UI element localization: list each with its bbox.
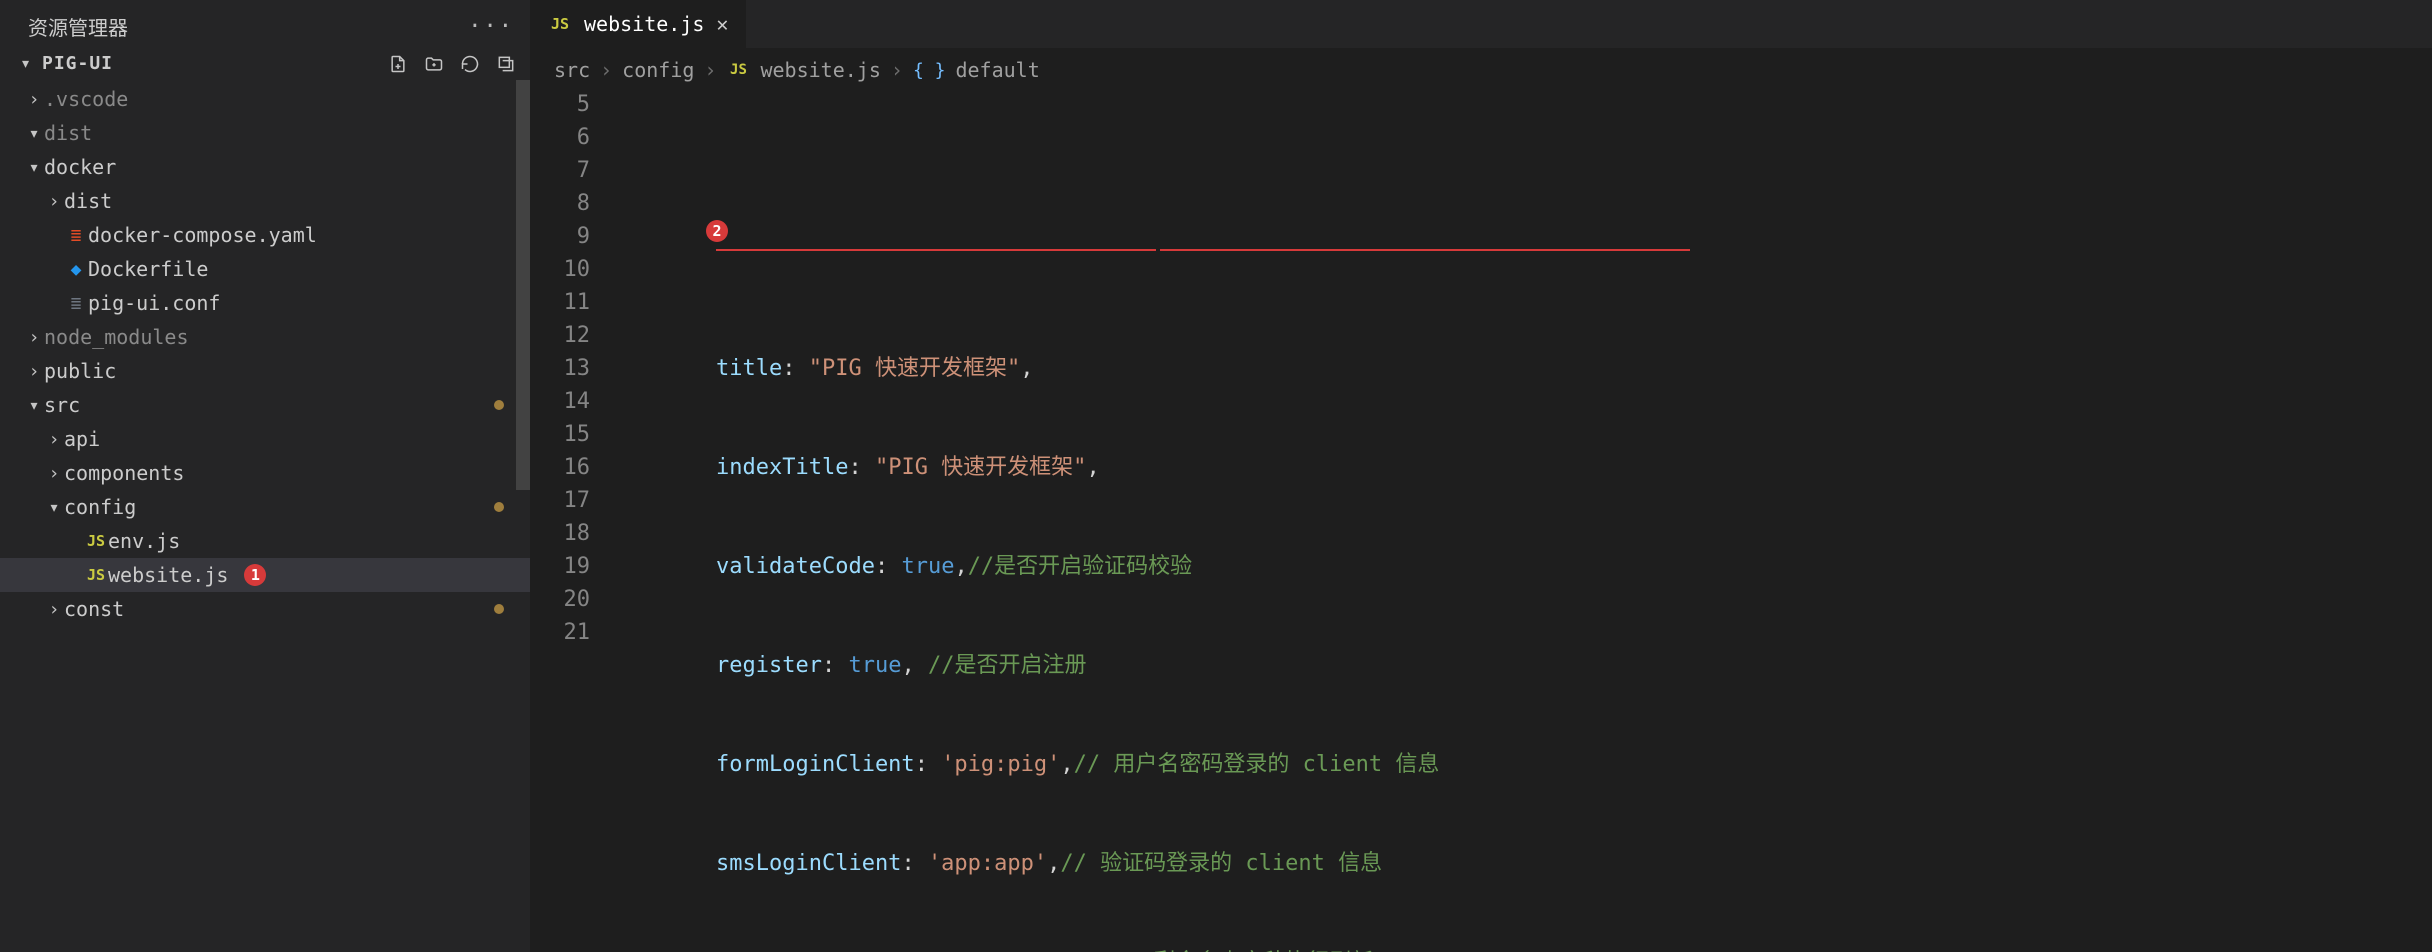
conf-file-icon: ≣: [64, 293, 88, 314]
code-line: smsLoginClient: 'app:app',// 验证码登录的 clie…: [620, 847, 2432, 880]
refresh-icon[interactable]: [460, 54, 480, 74]
annotation-badge-2: 2: [690, 220, 728, 242]
chevron-right-icon: ›: [24, 361, 44, 382]
tree-folder-config[interactable]: ▾ config: [0, 490, 530, 524]
chevron-right-icon: ›: [44, 191, 64, 212]
js-file-icon: JS: [84, 532, 108, 550]
tree-label: dist: [44, 121, 92, 145]
chevron-right-icon: ›: [44, 463, 64, 484]
tree-file-env-js[interactable]: JS env.js: [0, 524, 530, 558]
folder-section-actions: [388, 54, 516, 74]
code-line: validateCode: true,//是否开启验证码校验: [620, 550, 2432, 583]
tree-label: docker-compose.yaml: [88, 223, 317, 247]
close-tab-icon[interactable]: ✕: [716, 12, 728, 36]
tree-label: node_modules: [44, 325, 189, 349]
chevron-down-icon: ▾: [24, 157, 44, 178]
more-actions-icon[interactable]: ···: [468, 14, 514, 39]
code-editor[interactable]: 5 6 7 8 9 10 11 12 13 14 15 16 17 18 19 …: [530, 86, 2432, 952]
folder-section-name: PIG-UI: [42, 53, 113, 74]
tree-folder-src[interactable]: ▾ src: [0, 388, 530, 422]
tree-file-website-js[interactable]: JS website.js 1: [0, 558, 530, 592]
tree-file-docker-compose[interactable]: ≣ docker-compose.yaml: [0, 218, 530, 252]
tree-folder-docker[interactable]: ▾ docker: [0, 150, 530, 184]
annotation-underline: [1160, 249, 1690, 251]
tree-folder-vscode[interactable]: › .vscode: [0, 82, 530, 116]
tree-folder-docker-dist[interactable]: › dist: [0, 184, 530, 218]
tree-label: public: [44, 359, 116, 383]
js-file-icon: JS: [84, 566, 108, 584]
chevron-down-icon: ▾: [24, 395, 44, 416]
tree-file-pig-ui-conf[interactable]: ≣ pig-ui.conf: [0, 286, 530, 320]
code-line: register: true, //是否开启注册: [620, 649, 2432, 682]
modified-indicator-icon: [494, 400, 504, 410]
code-line: title: "PIG 快速开发框架",: [620, 352, 2432, 385]
js-file-icon: JS: [548, 15, 572, 33]
breadcrumb[interactable]: src › config › JS website.js › { } defau…: [530, 48, 2432, 86]
tree-folder-components[interactable]: › components: [0, 456, 530, 490]
breadcrumb-separator-icon: ›: [600, 58, 612, 82]
tree-label: Dockerfile: [88, 257, 208, 281]
breadcrumb-item[interactable]: website.js: [760, 58, 880, 82]
tree-label: .vscode: [44, 87, 128, 111]
tree-label: src: [44, 393, 80, 417]
tree-folder-api[interactable]: › api: [0, 422, 530, 456]
symbol-icon: { }: [913, 60, 946, 81]
chevron-down-icon: ▾: [24, 123, 44, 144]
modified-indicator-icon: [494, 604, 504, 614]
tab-website-js[interactable]: JS website.js ✕: [530, 0, 746, 48]
tree-label: pig-ui.conf: [88, 291, 220, 315]
tree-label: const: [64, 597, 124, 621]
chevron-right-icon: ›: [24, 89, 44, 110]
tree-folder-public[interactable]: › public: [0, 354, 530, 388]
tab-filename: website.js: [584, 12, 704, 36]
docker-file-icon: ◆: [64, 259, 88, 280]
file-tree: › .vscode ▾ dist ▾ docker › dist ≣ docke…: [0, 80, 530, 952]
tree-label: env.js: [108, 529, 180, 553]
code-line: remainingTime: 1800000, // token 剩余多少毫秒执…: [620, 946, 2432, 952]
yaml-file-icon: ≣: [64, 225, 88, 246]
chevron-right-icon: ›: [44, 429, 64, 450]
tree-label: config: [64, 495, 136, 519]
explorer-title: 资源管理器: [28, 12, 128, 41]
chevron-right-icon: ›: [44, 599, 64, 620]
breadcrumb-item[interactable]: config: [622, 58, 694, 82]
breadcrumb-item[interactable]: src: [554, 58, 590, 82]
tree-label: dist: [64, 189, 112, 213]
collapse-all-icon[interactable]: [496, 54, 516, 74]
folder-section-header[interactable]: ▾ PIG-UI: [0, 47, 530, 80]
chevron-down-icon: ▾: [44, 497, 64, 518]
explorer-header: 资源管理器 ···: [0, 0, 530, 47]
modified-indicator-icon: [494, 502, 504, 512]
new-folder-icon[interactable]: [424, 54, 444, 74]
tree-label: docker: [44, 155, 116, 179]
file-explorer: 资源管理器 ··· ▾ PIG-UI: [0, 0, 530, 952]
annotation-underline: [716, 249, 1156, 251]
chevron-down-icon: ▾: [16, 53, 36, 74]
breadcrumb-item[interactable]: default: [955, 58, 1039, 82]
tree-label: components: [64, 461, 184, 485]
code-body[interactable]: 2 title: "PIG 快速开发框架", indexTitle: "PIG …: [620, 88, 2432, 952]
tree-folder-node-modules[interactable]: › node_modules: [0, 320, 530, 354]
breadcrumb-separator-icon: ›: [891, 58, 903, 82]
tree-folder-const[interactable]: › const: [0, 592, 530, 626]
tab-bar: JS website.js ✕: [530, 0, 2432, 48]
tree-label: api: [64, 427, 100, 451]
new-file-icon[interactable]: [388, 54, 408, 74]
line-number-gutter: 5 6 7 8 9 10 11 12 13 14 15 16 17 18 19 …: [530, 88, 620, 952]
tree-folder-dist[interactable]: ▾ dist: [0, 116, 530, 150]
tree-file-dockerfile[interactable]: ◆ Dockerfile: [0, 252, 530, 286]
code-line: indexTitle: "PIG 快速开发框架",: [620, 451, 2432, 484]
tree-label: website.js: [108, 563, 228, 587]
annotation-badge-1: 1: [244, 564, 266, 586]
js-file-icon: JS: [726, 62, 750, 78]
editor-pane: JS website.js ✕ src › config › JS websit…: [530, 0, 2432, 952]
chevron-right-icon: ›: [24, 327, 44, 348]
code-line: formLoginClient: 'pig:pig',// 用户名密码登录的 c…: [620, 748, 2432, 781]
breadcrumb-separator-icon: ›: [704, 58, 716, 82]
